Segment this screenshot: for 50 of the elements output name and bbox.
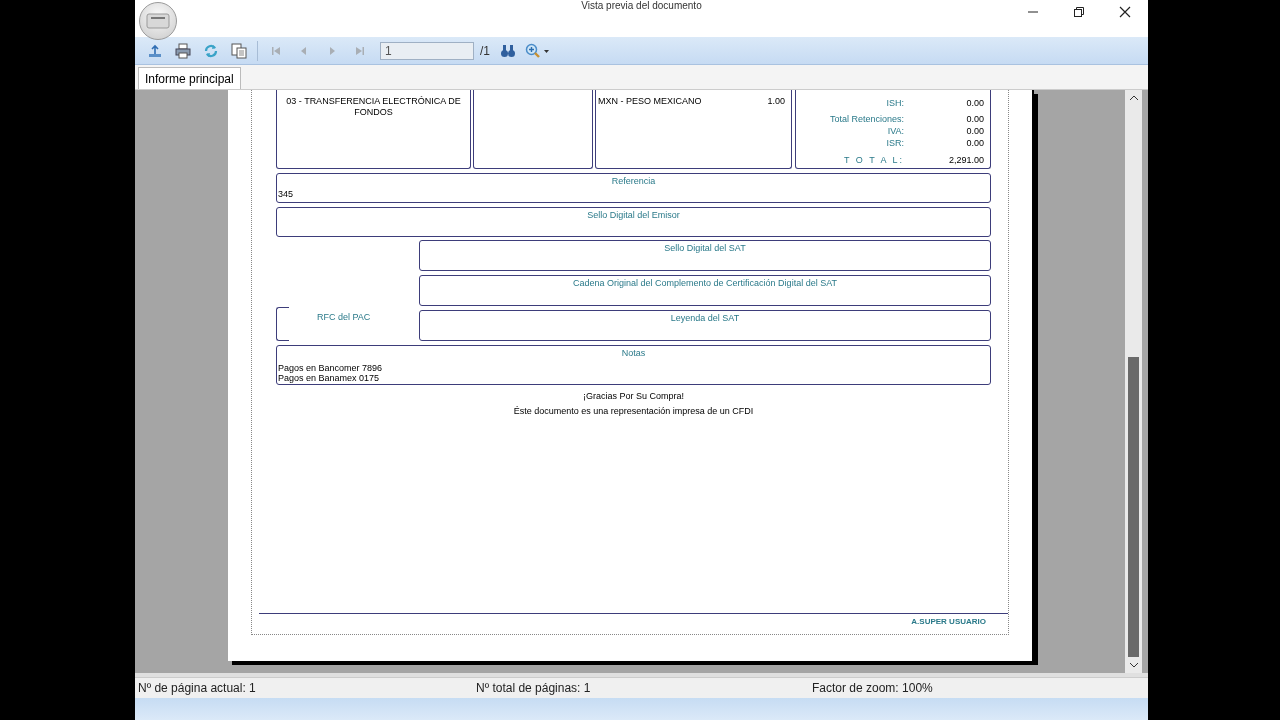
total-value: 2,291.00: [947, 154, 984, 166]
total-label: T O T A L:: [843, 154, 904, 166]
pac-label: RFC del PAC: [317, 312, 371, 322]
scroll-thumb[interactable]: [1128, 357, 1139, 657]
bracket-mark: [276, 307, 289, 341]
restore-icon: [1073, 5, 1085, 18]
app-menu-button[interactable]: [139, 1, 177, 40]
window-title: Vista previa del documento: [581, 0, 702, 11]
thanks-text: ¡Gracias Por Su Compra!: [582, 391, 685, 402]
refresh-icon: [203, 42, 219, 59]
scrollbar[interactable]: [1125, 90, 1142, 673]
report-tab[interactable]: Informe principal: [138, 67, 241, 89]
total-label: IVA:: [887, 125, 904, 137]
section-text: Pagos en Bancomer 7896: [277, 363, 384, 373]
section-title: Sello Digital del SAT: [663, 242, 747, 254]
user-name: A.SUPER USUARIO: [911, 617, 986, 628]
section-text: Pagos en Banamex 0175: [277, 373, 381, 383]
minimize-icon: [1028, 10, 1038, 13]
total-value: 0.00: [965, 125, 984, 137]
total-label: ISR:: [886, 137, 904, 149]
total-label: ISH:: [886, 97, 904, 109]
total-value: 0.00: [965, 113, 984, 125]
section-title: Cadena Original del Complemento de Certificación Digital del SAT: [572, 277, 838, 289]
total-value: 0.00: [965, 97, 984, 109]
status-text: Nº de página actual: 1: [137, 681, 257, 695]
section-title: Notas: [620, 347, 647, 359]
zoom-in-icon: [525, 42, 551, 59]
exchange-rate: 1.00: [767, 96, 785, 106]
status-text: Nº total de páginas: 1: [476, 681, 592, 695]
page-total-label: /1: [480, 43, 490, 58]
disclaimer-text: Éste documento es una representación impresa de un CFDI: [512, 406, 755, 417]
status-text: Factor de zoom: 100%: [812, 681, 933, 695]
section-text: 345: [277, 189, 295, 199]
print-icon: [175, 42, 191, 59]
section-title: Leyenda del SAT: [669, 312, 741, 324]
total-label: Total Retenciones:: [829, 113, 904, 125]
section-title: Referencia: [610, 175, 657, 187]
scroll-down-icon[interactable]: [1128, 661, 1139, 669]
export-icon: [147, 42, 163, 59]
first-page-icon: [270, 44, 282, 57]
close-icon: [1119, 5, 1131, 18]
last-page-icon: [354, 44, 366, 57]
section-title: Sello Digital del Emisor: [586, 209, 681, 221]
total-value: 0.00: [965, 137, 984, 149]
page-number-field[interactable]: 1: [380, 41, 474, 60]
currency-text: MXN - PESO MEXICANO: [598, 96, 702, 106]
binoculars-icon: [500, 42, 516, 59]
payment-method: 03 - TRANSFERENCIA ELECTRÓNICA DE FONDOS: [285, 95, 462, 118]
scroll-up-icon[interactable]: [1128, 94, 1139, 102]
page-setup-icon: [231, 42, 247, 59]
